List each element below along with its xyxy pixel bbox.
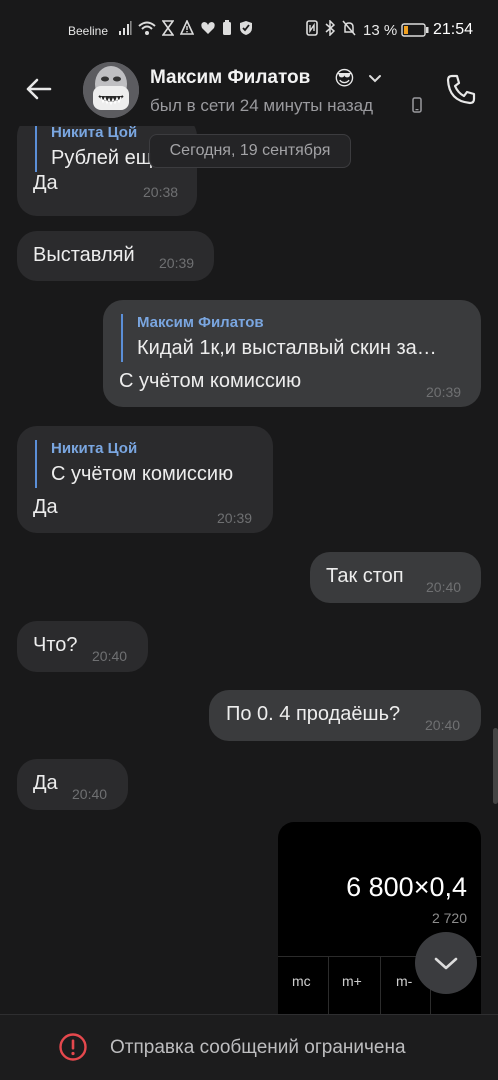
avatar-image — [83, 62, 139, 118]
reply-preview[interactable]: Максим Филатов Кидай 1к,и высталвый скин… — [121, 314, 461, 362]
message-text: Да — [33, 172, 58, 194]
message-text: Да — [33, 496, 58, 518]
signal-icon — [119, 21, 132, 35]
message-time: 20:39 — [217, 510, 253, 526]
chat-header: Максим Филатов 😎 был в сети 24 минуты на… — [0, 58, 498, 126]
status-right-icons — [306, 20, 356, 36]
heart-rate-icon — [201, 22, 215, 34]
message-list[interactable]: Никита Цой Рублей ещ Да 20:38 Сегодня, 1… — [0, 126, 498, 1014]
message-bubble-incoming[interactable]: Никита Цой С учётом комиссию Да 20:39 — [17, 426, 273, 533]
message-time: 20:40 — [72, 786, 108, 802]
message-text: Да — [33, 772, 58, 794]
wifi-icon — [138, 21, 156, 35]
message-bubble-outgoing[interactable]: Максим Филатов Кидай 1к,и высталвый скин… — [103, 300, 481, 407]
nfc-icon — [306, 20, 318, 36]
arrow-left-icon[interactable] — [22, 72, 56, 106]
shield-check-icon — [240, 21, 252, 35]
contact-emoji: 😎 — [334, 68, 355, 90]
calculator-expression: 6 800×0,4 — [346, 872, 467, 902]
key-divider — [380, 957, 381, 1014]
message-bubble-outgoing[interactable]: По 0. 4 продаёшь? 20:40 — [209, 690, 481, 741]
avatar[interactable] — [83, 62, 139, 118]
warning-icon — [180, 20, 194, 35]
message-text: Выставляй — [33, 244, 135, 266]
message-bubble-outgoing[interactable]: Так стоп 20:40 — [310, 552, 481, 603]
mobile-device-icon — [412, 97, 422, 113]
chevron-down-icon[interactable] — [368, 72, 382, 86]
message-bubble-incoming[interactable]: Что? 20:40 — [17, 621, 148, 672]
calculator-key: mc — [292, 973, 311, 989]
message-text: Так стоп — [326, 565, 404, 587]
message-time: 20:40 — [425, 717, 461, 733]
reply-text: С учётом комиссию — [51, 463, 234, 485]
clock: 21:54 — [433, 21, 474, 38]
calculator-result: 2 720 — [431, 910, 467, 926]
scroll-to-bottom-button[interactable] — [415, 932, 477, 994]
contact-name[interactable]: Максим Филатов — [150, 67, 310, 89]
message-text: Что? — [33, 634, 78, 656]
calculator-key: m- — [396, 973, 413, 989]
restriction-notice: Отправка сообщений ограничена — [110, 1037, 406, 1058]
reply-text: Кидай 1к,и высталвый скин за… — [137, 337, 437, 359]
chevron-down-icon — [434, 957, 458, 970]
status-left-icons — [118, 20, 254, 36]
composer-restricted-bar: Отправка сообщений ограничена — [0, 1014, 498, 1080]
message-time: 20:39 — [159, 255, 195, 271]
message-text: С учётом комиссию — [119, 370, 302, 392]
mute-bell-icon — [342, 20, 356, 36]
battery-percent: 13 % — [363, 22, 398, 39]
message-time: 20:40 — [92, 648, 128, 664]
reply-author: Максим Филатов — [137, 314, 264, 331]
alert-circle-icon — [59, 1033, 87, 1061]
battery-small-icon — [223, 20, 231, 35]
key-divider — [328, 957, 329, 1014]
calculator-key: m+ — [342, 973, 362, 989]
message-time: 20:39 — [426, 384, 462, 400]
bluetooth-icon — [325, 20, 335, 36]
message-bubble-incoming[interactable]: Выставляй 20:39 — [17, 231, 214, 281]
reply-preview[interactable]: Никита Цой С учётом комиссию — [35, 440, 260, 488]
status-bar: Beeline 13 % 21:54 — [0, 0, 498, 62]
battery-icon — [401, 23, 429, 37]
reply-author: Никита Цой — [51, 440, 138, 457]
message-time: 20:38 — [143, 184, 179, 200]
scrollbar[interactable] — [493, 728, 498, 804]
message-text: По 0. 4 продаёшь? — [226, 703, 401, 725]
date-separator: Сегодня, 19 сентября — [149, 134, 351, 168]
carrier-label: Beeline — [68, 24, 109, 38]
hourglass-icon — [162, 20, 174, 36]
message-time: 20:40 — [426, 579, 462, 595]
last-seen-status: был в сети 24 минуты назад — [150, 96, 374, 115]
message-bubble-incoming[interactable]: Да 20:40 — [17, 759, 128, 810]
phone-icon[interactable] — [444, 72, 478, 106]
